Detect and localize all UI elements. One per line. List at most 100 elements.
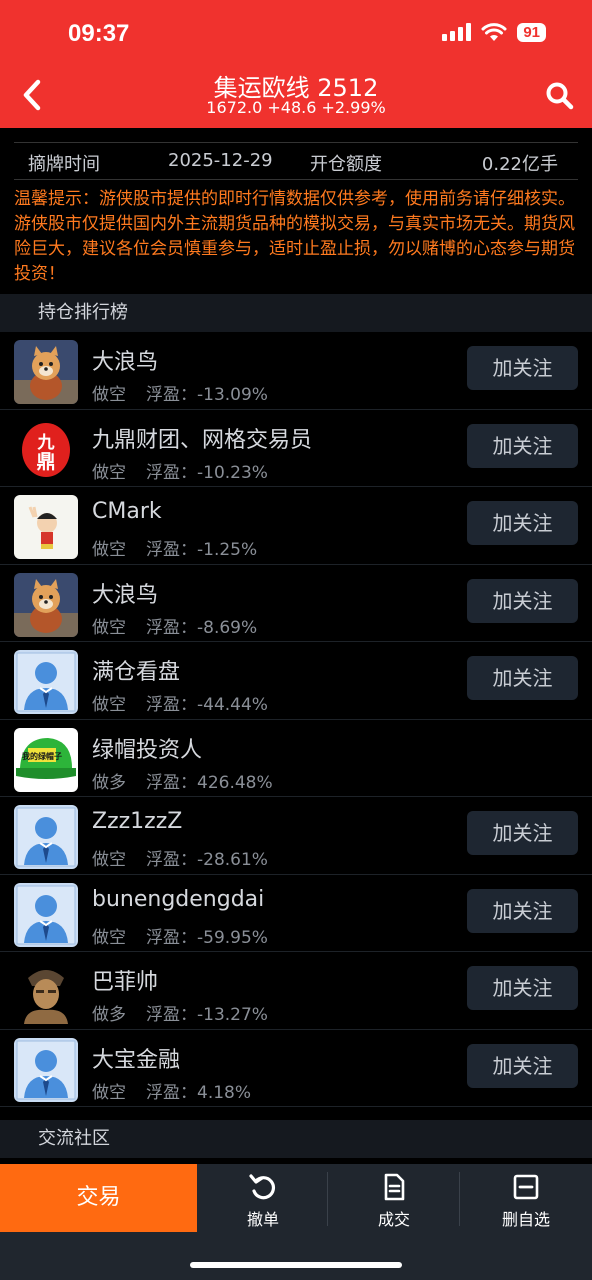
profit-label: 浮盈： (146, 927, 197, 948)
ranking-row[interactable]: 九鼎九鼎财团、网格交易员做空 浮盈：-10.23% 加关注 (0, 410, 592, 487)
position-meta: 做多 浮盈：-13.27% (92, 1000, 268, 1025)
status-icons: 91 (442, 22, 546, 42)
ranking-row[interactable]: 我的绿帽子 绿帽投资人做多 浮盈：426.48% (0, 720, 592, 797)
ranking-row[interactable]: 大宝金融 做空 浮盈：4.18% 加关注 (0, 1030, 592, 1107)
position-direction: 做空 (92, 1082, 126, 1103)
default-user-icon[interactable] (14, 805, 78, 869)
profit-label: 浮盈： (146, 385, 197, 405)
profit-value: -59.95% (197, 927, 268, 948)
warrior-icon[interactable] (14, 960, 78, 1024)
position-direction: 做多 (92, 772, 126, 793)
cartoon-boy-icon[interactable] (14, 495, 78, 559)
risk-notice: 温馨提示：游侠股市提供的即时行情数据仅供参考，使用前务请仔细核实。游侠股市仅提供… (14, 189, 575, 284)
ranking-row[interactable]: Zzz1zzZ 做空 浮盈：-28.61% 加关注 (0, 797, 592, 875)
ranking-row[interactable]: 巴菲帅做多 浮盈：-13.27% 加关注 (0, 952, 592, 1030)
ranking-row[interactable]: 满仓看盘做空 浮盈：-44.44% 加关注 (0, 642, 592, 720)
follow-button[interactable]: 加关注 (467, 578, 578, 623)
position-direction: 做空 (92, 850, 126, 870)
search-icon[interactable] (544, 80, 576, 112)
default-user-icon[interactable] (14, 650, 78, 714)
profit-label: 浮盈： (146, 772, 197, 793)
ranking-row[interactable]: 大浪鸟做空 浮盈：-8.69% 加关注 (0, 565, 592, 642)
follow-button[interactable]: 加关注 (467, 811, 578, 855)
cancel-order-tab[interactable]: 撤单 (198, 1172, 328, 1230)
trader-name[interactable]: 九鼎财团、网格交易员 (92, 422, 312, 454)
status-time: 09:37 (68, 20, 130, 47)
section-community: 交流社区 (0, 1120, 592, 1158)
ranking-row[interactable]: bunengdengdai 做空 浮盈：-59.95% 加关注 (0, 875, 592, 952)
green-cap-icon[interactable]: 我的绿帽子 (14, 727, 78, 792)
position-meta: 做多 浮盈：426.48% (92, 768, 273, 793)
profit-label: 浮盈： (146, 617, 197, 638)
deals-tab[interactable]: 成交 (329, 1172, 459, 1230)
position-direction: 做空 (92, 695, 126, 715)
home-indicator[interactable] (190, 1262, 402, 1268)
profit-value: -28.61% (197, 850, 268, 870)
default-user-icon[interactable] (14, 1037, 78, 1102)
position-meta: 做空 浮盈：-8.69% (92, 613, 257, 638)
trader-name[interactable]: 绿帽投资人 (92, 732, 202, 764)
ranking-row[interactable]: CMark 做空 浮盈：-1.25% 加关注 (0, 487, 592, 565)
section-ranking: 持仓排行榜 (0, 294, 592, 332)
tab-divider (327, 1172, 328, 1226)
jiuding-logo-icon[interactable]: 九鼎 (14, 417, 78, 482)
document-icon (384, 1173, 405, 1201)
ranking-row[interactable]: 大浪鸟做空 浮盈：-13.09% 加关注 (0, 332, 592, 410)
deals-label: 成交 (377, 1210, 410, 1229)
remove-watchlist-tab[interactable]: 删自选 (461, 1172, 591, 1230)
ranking-list: 大浪鸟 做空 浮盈：-13.09% 加关注九鼎九鼎财团、网格交易员 做空 浮盈：-10.2… (0, 332, 592, 1107)
follow-button[interactable]: 加关注 (467, 501, 578, 545)
trader-name[interactable]: 大浪鸟 (92, 577, 158, 609)
position-meta: 做空 浮盈：-59.95% (92, 923, 268, 948)
profit-value: 426.48% (197, 772, 273, 793)
top-header: 09:37 91 集运欧线 2512 1672.0 +48.6 +2.99% (0, 0, 592, 128)
trader-name[interactable]: 巴菲帅 (92, 964, 158, 996)
follow-button[interactable]: 加关注 (467, 346, 578, 390)
follow-button[interactable]: 加关注 (467, 423, 578, 468)
position-direction: 做空 (92, 462, 126, 483)
position-direction: 做空 (92, 617, 126, 638)
signal-icon (442, 23, 472, 41)
cancel-order-label: 撤单 (246, 1210, 279, 1229)
profit-label: 浮盈： (146, 1005, 197, 1025)
info-label-delist: 摘牌时间 (28, 154, 100, 175)
profit-value: -1.25% (197, 540, 258, 560)
price-subtitle: 1672.0 +48.6 +2.99% (206, 98, 386, 117)
wifi-icon (481, 23, 507, 41)
battery-icon: 91 (517, 22, 546, 42)
position-direction: 做空 (92, 540, 126, 560)
remove-watchlist-label: 删自选 (501, 1210, 550, 1229)
profit-label: 浮盈： (146, 540, 197, 560)
profit-value: -10.23% (197, 462, 268, 483)
follow-button[interactable]: 加关注 (467, 888, 578, 933)
position-meta: 做空 浮盈：-1.25% (92, 535, 257, 560)
undo-icon (249, 1174, 276, 1200)
info-row-delist: 摘牌时间 2025-12-29 开仓额度 0.22亿手 (14, 142, 578, 180)
trader-name[interactable]: 满仓看盘 (92, 654, 180, 686)
svg-text:我的绿帽子: 我的绿帽子 (22, 751, 62, 761)
shiba-icon[interactable] (14, 340, 78, 404)
shiba-icon[interactable] (14, 572, 78, 637)
trader-name[interactable]: bunengdengdai (92, 887, 264, 912)
profit-value: 4.18% (197, 1082, 252, 1103)
profit-value: -8.69% (197, 617, 258, 638)
follow-button[interactable]: 加关注 (467, 1043, 578, 1088)
trader-name[interactable]: CMark (92, 499, 162, 524)
profit-value: -44.44% (197, 695, 268, 715)
info-value-delist: 2025-12-29 (168, 150, 273, 171)
trader-name[interactable]: 大浪鸟 (92, 344, 158, 376)
profit-value: -13.27% (197, 1005, 268, 1025)
profit-label: 浮盈： (146, 695, 197, 715)
follow-button[interactable]: 加关注 (467, 966, 578, 1010)
position-direction: 做多 (92, 1005, 126, 1025)
trader-name[interactable]: 大宝金融 (92, 1042, 180, 1074)
default-user-icon[interactable] (14, 882, 78, 947)
profit-value: -13.09% (197, 385, 268, 405)
profit-label: 浮盈： (146, 850, 197, 870)
trade-button[interactable]: 交易 (0, 1164, 197, 1232)
trader-name[interactable]: Zzz1zzZ (92, 809, 182, 834)
position-meta: 做空 浮盈：-10.23% (92, 458, 268, 483)
position-meta: 做空 浮盈：-13.09% (92, 380, 268, 405)
info-value-quota: 0.22亿手 (481, 154, 558, 175)
follow-button[interactable]: 加关注 (467, 656, 578, 700)
